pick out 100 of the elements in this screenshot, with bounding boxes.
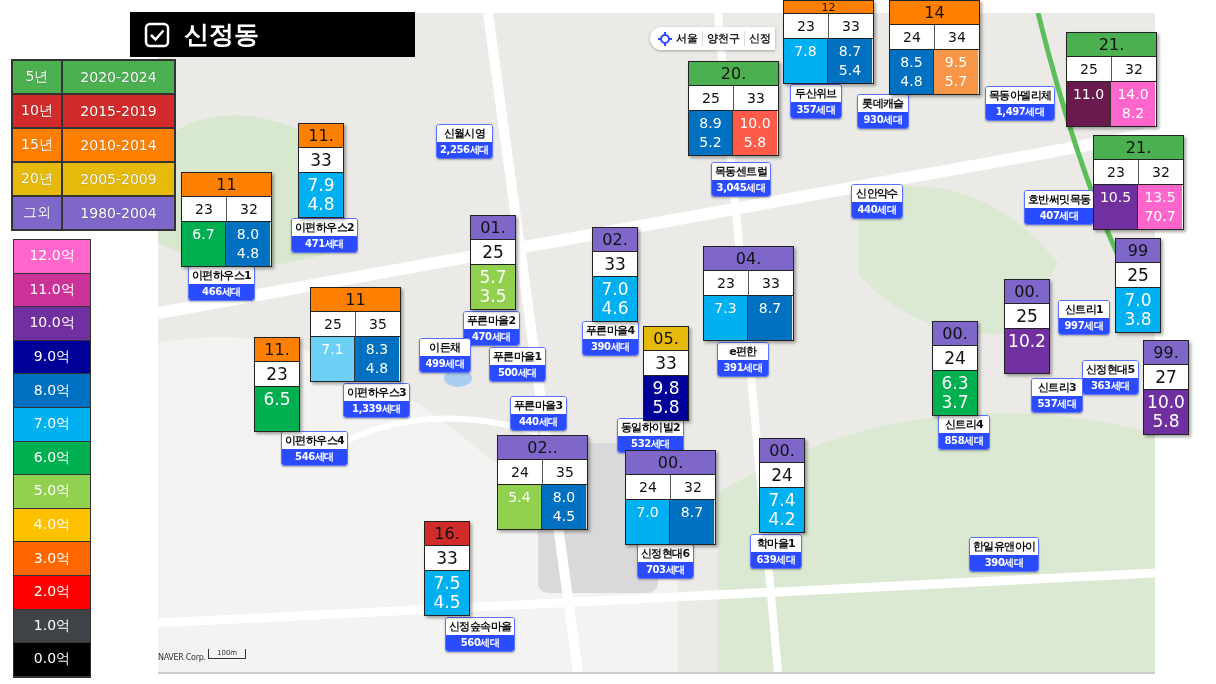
apartment-marker[interactable]: 신월시영 2,256세대 [436, 124, 493, 159]
breadcrumb-item[interactable]: 양천구 [702, 31, 744, 46]
marker-count: 470세대 [464, 329, 519, 345]
price-legend-label: 1.0억 [14, 609, 90, 644]
year-label: 99. [1144, 341, 1188, 365]
marker-count: 391세대 [718, 360, 768, 376]
marker-name: 롯데캐슬 [858, 95, 908, 112]
price-legend-label: 0.0억 [14, 643, 90, 677]
price-value: 4.8 [307, 195, 335, 214]
marker-count: 440세대 [511, 414, 566, 430]
marker-count: 858세대 [939, 433, 989, 449]
price-value: 4.5 [552, 507, 576, 526]
era-label: 그외 [12, 196, 62, 230]
apartment-marker[interactable]: 이편하우스4 546세대 [281, 431, 349, 466]
apartment-marker[interactable]: 이편하우스1 466세대 [188, 266, 256, 301]
apartment-marker[interactable]: 이편하우스3 1,339세대 [343, 383, 411, 418]
apartment-marker[interactable]: 신트리1 997세대 [1058, 300, 1110, 335]
apartment-marker[interactable]: 이편하우스2 471세대 [291, 218, 359, 253]
size-cell: 33 [299, 148, 343, 173]
breadcrumb-item[interactable]: 신정 [744, 31, 775, 46]
era-label: 20년 [12, 162, 62, 196]
year-label: 11 [182, 173, 271, 197]
era-range: 1980-2004 [62, 196, 175, 230]
size-cell: 23 [255, 362, 299, 387]
price-value: 9.8 [652, 379, 680, 398]
marker-name: 목동센트럴 [712, 163, 770, 180]
price-value: 4.8 [900, 72, 923, 91]
checkbox-icon[interactable] [144, 21, 170, 48]
price-legend-label: 10.0억 [14, 307, 90, 341]
price-value: 5.8 [743, 133, 767, 152]
apartment-marker[interactable]: 푸른마을2 470세대 [463, 311, 520, 346]
marker-name: 한일유앤아이 [970, 538, 1039, 555]
apartment-marker[interactable]: 목동센트럴 3,045세대 [711, 162, 771, 197]
price-value: 7.3 [714, 299, 737, 318]
marker-count: 471세대 [292, 236, 358, 252]
price-value: 5.8 [1152, 412, 1180, 431]
price-value: 4.8 [236, 244, 260, 263]
marker-count: 357세대 [791, 102, 841, 118]
price-value: 10.0 [1147, 393, 1185, 412]
apartment-marker[interactable]: 신정현대6 703세대 [637, 544, 694, 579]
apartment-marker[interactable]: 푸른마을4 390세대 [582, 321, 639, 356]
marker-count: 546세대 [282, 449, 348, 465]
apartment-marker[interactable]: 목동아델리체 1,497세대 [985, 86, 1056, 121]
size-cell: 25 [311, 312, 356, 337]
price-value: 7.0 [1124, 291, 1152, 310]
price-value: 13.5 [1144, 188, 1176, 207]
size-cell: 33 [749, 271, 793, 296]
price-value: 8.3 [365, 340, 389, 359]
price-value: 7.0 [601, 280, 629, 299]
size-cell: 23 [784, 14, 829, 39]
apartment-marker[interactable]: 푸른마을1 500세대 [489, 347, 546, 382]
marker-name: 이편하우스1 [189, 267, 255, 284]
year-label: 04. [704, 247, 793, 271]
size-cell: 32 [671, 475, 715, 500]
size-cell: 32 [227, 197, 271, 222]
apartment-marker[interactable]: 두산위브 357세대 [790, 84, 842, 119]
marker-count: 390세대 [583, 339, 638, 355]
marker-name: 이든채 [420, 339, 470, 356]
price-value: 6.3 [941, 374, 969, 393]
marker-count: 500세대 [490, 365, 545, 381]
marker-count: 466세대 [189, 284, 255, 300]
marker-count: 930세대 [858, 112, 908, 128]
year-label: 00. [1005, 280, 1049, 304]
marker-count: 407세대 [1025, 208, 1094, 224]
year-label: 12 [784, 1, 873, 14]
apartment-marker[interactable]: 한일유앤아이 390세대 [969, 537, 1040, 572]
apartment-marker[interactable]: e편한 391세대 [717, 342, 769, 377]
apartment-marker[interactable]: 롯데캐슬 930세대 [857, 94, 909, 129]
apartment-marker[interactable]: 신트리3 537세대 [1031, 378, 1083, 413]
apartment-marker[interactable]: 신트리4 858세대 [938, 415, 990, 450]
apartment-marker[interactable]: 이든채 499세대 [419, 338, 471, 373]
apartment-marker[interactable]: 신정현대5 363세대 [1082, 360, 1139, 395]
price-value: 7.5 [433, 574, 461, 593]
marker-count: 363세대 [1083, 378, 1138, 394]
price-legend-label: 2.0억 [14, 575, 90, 610]
apartment-marker[interactable]: 신안약수 440세대 [851, 184, 903, 219]
size-cell: 33 [829, 14, 873, 39]
size-cell: 35 [356, 312, 400, 337]
size-cell: 27 [1144, 365, 1188, 390]
marker-name: 신트리3 [1032, 379, 1082, 396]
location-icon[interactable] [658, 31, 672, 46]
apartment-marker[interactable]: 학마을1 639세대 [750, 534, 802, 569]
year-label: 11. [255, 338, 299, 362]
price-value: 11.0 [1072, 85, 1105, 104]
size-cell: 24 [933, 346, 977, 371]
year-label: 05. [644, 327, 688, 351]
year-label: 00. [760, 439, 804, 463]
price-value: 7.9 [307, 176, 335, 195]
apartment-marker[interactable]: 호반써밋목동 407세대 [1024, 190, 1095, 225]
era-range: 2015-2019 [62, 94, 175, 128]
breadcrumb-item[interactable]: 서울 [672, 31, 702, 46]
price-value: 8.0 [552, 488, 576, 507]
size-cell: 33 [734, 86, 778, 111]
year-label: 11. [299, 124, 343, 148]
year-label: 00. [626, 451, 715, 475]
marker-count: 639세대 [751, 552, 801, 568]
apartment-marker[interactable]: 푸른마을3 440세대 [510, 396, 567, 431]
apartment-marker[interactable]: 신정숲속마을 560세대 [445, 617, 516, 652]
price-value: 3.8 [1124, 310, 1152, 329]
year-label: 01. [471, 216, 515, 240]
